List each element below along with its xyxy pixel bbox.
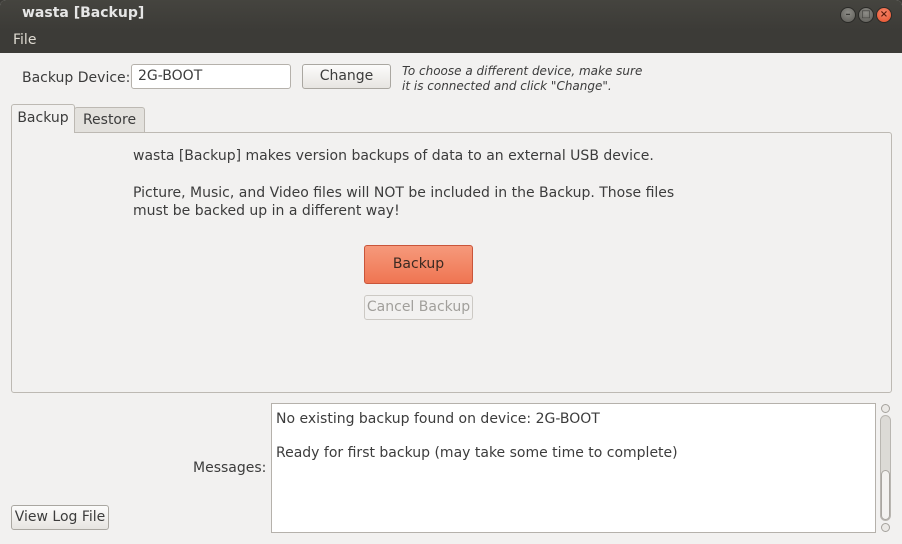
app-window: wasta [Backup] – □ × File Backup Device:… — [0, 0, 902, 544]
backup-intro-text: wasta [Backup] makes version backups of … — [133, 148, 654, 164]
backup-button[interactable]: Backup — [364, 245, 473, 284]
title-bar[interactable]: wasta [Backup] – □ × — [0, 0, 902, 30]
scroll-up-icon[interactable] — [881, 404, 890, 413]
backup-warning-line-2: must be backed up in a different way! — [133, 203, 400, 219]
window-title: wasta [Backup] — [22, 5, 145, 21]
backup-device-field[interactable]: 2G-BOOT — [131, 64, 291, 89]
backup-device-label: Backup Device: — [22, 70, 131, 86]
cancel-backup-button[interactable]: Cancel Backup — [364, 295, 473, 320]
message-line: No existing backup found on device: 2G-B… — [276, 411, 600, 427]
device-hint-line-1: To choose a different device, make sure — [402, 64, 643, 78]
tab-restore[interactable]: Restore — [74, 107, 145, 133]
messages-scrollbar[interactable] — [878, 403, 892, 533]
scrollbar-thumb[interactable] — [881, 470, 890, 520]
maximize-icon[interactable]: □ — [858, 7, 874, 23]
messages-textview[interactable]: No existing backup found on device: 2G-B… — [271, 403, 876, 533]
view-log-file-button[interactable]: View Log File — [11, 505, 109, 530]
messages-label: Messages: — [193, 460, 267, 476]
change-button[interactable]: Change — [302, 64, 391, 89]
tab-backup[interactable]: Backup — [11, 104, 75, 133]
menu-bar: File — [0, 30, 902, 53]
device-hint: To choose a different device, make sure … — [402, 64, 642, 94]
backup-warning-line-1: Picture, Music, and Video files will NOT… — [133, 185, 675, 201]
menu-file[interactable]: File — [13, 32, 36, 48]
minimize-icon[interactable]: – — [840, 7, 856, 23]
device-hint-line-2: it is connected and click "Change". — [402, 79, 612, 93]
backup-tab-panel: wasta [Backup] makes version backups of … — [11, 132, 892, 393]
message-line: Ready for first backup (may take some ti… — [276, 445, 678, 461]
close-icon[interactable]: × — [876, 7, 892, 23]
scrollbar-track[interactable] — [880, 415, 891, 521]
scroll-down-icon[interactable] — [881, 523, 890, 532]
